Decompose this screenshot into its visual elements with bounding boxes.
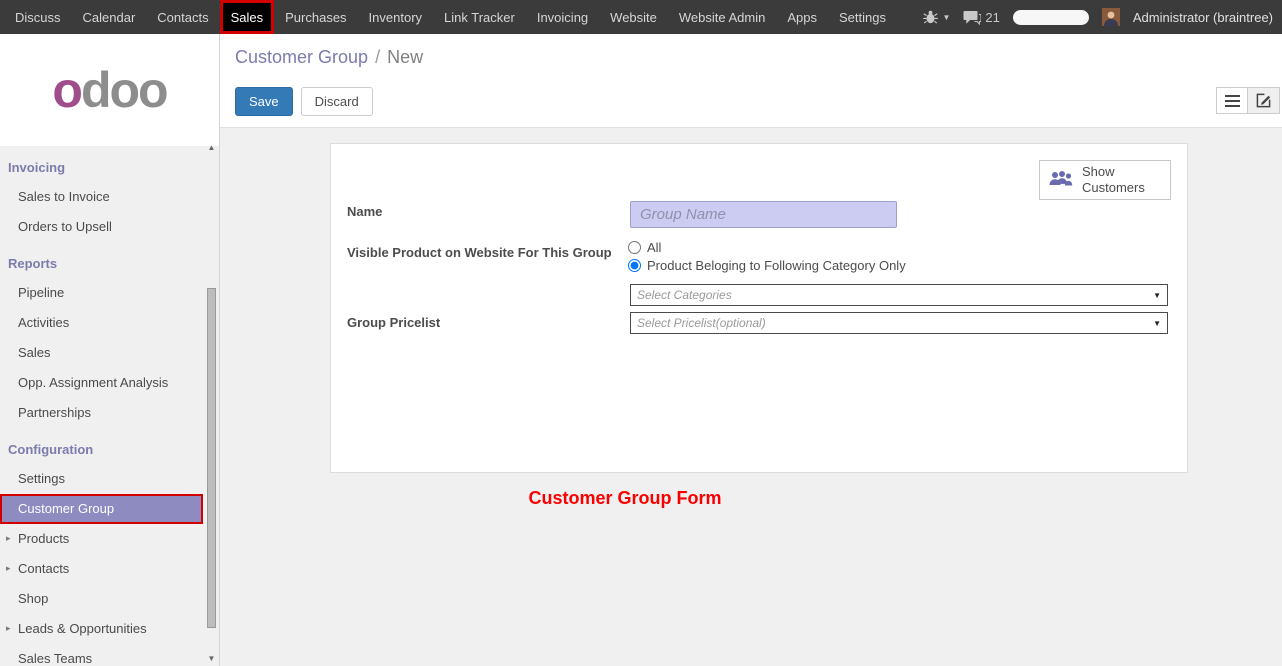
sidebar-item-opp-assignment-analysis[interactable]: Opp. Assignment Analysis: [0, 368, 219, 398]
top-nav-menus: Discuss Calendar Contacts Sales Purchase…: [0, 0, 897, 34]
sidebar: odoo Invoicing Sales to Invoice Orders t…: [0, 34, 220, 666]
list-view-button[interactable]: [1216, 87, 1248, 114]
save-button[interactable]: Save: [235, 87, 293, 116]
nav-sales[interactable]: Sales: [220, 0, 275, 34]
sidebar-section-title-invoicing: Invoicing: [0, 150, 219, 182]
discard-button[interactable]: Discard: [301, 87, 373, 116]
nav-contacts[interactable]: Contacts: [146, 0, 219, 34]
sidebar-item-label: Products: [18, 531, 69, 546]
scrollbar-thumb[interactable]: [207, 288, 216, 628]
messages-indicator[interactable]: 21: [963, 10, 999, 25]
sidebar-item-customer-group[interactable]: Customer Group: [0, 494, 203, 524]
group-name-input[interactable]: [630, 201, 897, 228]
sidebar-section-title-reports: Reports: [0, 242, 219, 278]
sidebar-item-partnerships[interactable]: Partnerships: [0, 398, 219, 428]
categories-select[interactable]: Select Categories ▼: [630, 284, 1168, 306]
nav-calendar[interactable]: Calendar: [72, 0, 147, 34]
sidebar-item-leads-opportunities[interactable]: ▸ Leads & Opportunities: [0, 614, 219, 644]
messages-count: 21: [985, 10, 999, 25]
caret-down-icon: ▼: [1153, 291, 1161, 300]
sidebar-item-shop[interactable]: Shop: [0, 584, 219, 614]
view-switcher: [1216, 87, 1280, 114]
content-body: Show Customers Name Visible Product on W…: [220, 128, 1282, 666]
main-content: Customer Group / New Save Discard: [220, 34, 1282, 666]
customer-group-form-card: Show Customers Name Visible Product on W…: [330, 143, 1188, 473]
radio-all[interactable]: [628, 241, 641, 254]
control-panel: Customer Group / New Save Discard: [220, 34, 1282, 128]
sidebar-item-orders-to-upsell[interactable]: Orders to Upsell: [0, 212, 219, 242]
list-icon: [1225, 95, 1240, 107]
nav-discuss[interactable]: Discuss: [4, 0, 72, 34]
top-navbar: Discuss Calendar Contacts Sales Purchase…: [0, 0, 1282, 34]
debug-menu[interactable]: ▼: [923, 10, 950, 24]
visibility-option-all: All: [628, 240, 661, 255]
sidebar-item-activities[interactable]: Activities: [0, 308, 219, 338]
name-label: Name: [347, 204, 382, 219]
show-customers-label: Show Customers: [1082, 164, 1152, 197]
breadcrumb: Customer Group / New: [235, 47, 423, 68]
form-view-button[interactable]: [1248, 87, 1280, 114]
sidebar-item-sales[interactable]: Sales: [0, 338, 219, 368]
logo-area: odoo: [0, 34, 219, 146]
sidebar-item-sales-teams[interactable]: Sales Teams: [0, 644, 219, 666]
expand-arrow-icon: ▸: [6, 563, 11, 574]
breadcrumb-customer-group[interactable]: Customer Group: [235, 47, 368, 67]
sidebar-item-settings[interactable]: Settings: [0, 464, 219, 494]
breadcrumb-new: New: [387, 47, 423, 67]
nav-link-tracker[interactable]: Link Tracker: [433, 0, 526, 34]
sidebar-item-contacts[interactable]: ▸ Contacts: [0, 554, 219, 584]
nav-website-admin[interactable]: Website Admin: [668, 0, 776, 34]
visibility-label: Visible Product on Website For This Grou…: [347, 245, 612, 260]
categories-select-placeholder: Select Categories: [637, 288, 732, 302]
radio-all-label[interactable]: All: [647, 240, 661, 255]
scroll-down-arrow-icon[interactable]: ▼: [206, 653, 217, 664]
logo-rest: doo: [81, 62, 167, 118]
customers-icon: [1048, 169, 1074, 191]
annotation-customer-group-form: Customer Group Form: [410, 488, 840, 509]
nav-invoicing[interactable]: Invoicing: [526, 0, 599, 34]
expand-arrow-icon: ▸: [6, 623, 11, 634]
scroll-up-arrow-icon[interactable]: ▲: [206, 142, 217, 153]
user-menu[interactable]: Administrator (braintree): [1133, 10, 1273, 25]
progress-pill: [1013, 10, 1089, 25]
sidebar-section-title-configuration: Configuration: [0, 428, 219, 464]
sidebar-menu: Invoicing Sales to Invoice Orders to Ups…: [0, 146, 219, 666]
sidebar-scrollbar: ▲ ▼: [206, 142, 217, 664]
nav-apps[interactable]: Apps: [776, 0, 828, 34]
control-panel-buttons: Save Discard: [235, 87, 373, 116]
sidebar-section: Configuration Settings Customer Group ▸ …: [0, 428, 219, 666]
sidebar-section: Reports Pipeline Activities Sales Opp. A…: [0, 242, 219, 428]
sidebar-item-label: Leads & Opportunities: [18, 621, 147, 636]
edit-form-icon: [1256, 93, 1271, 108]
app-window: Discuss Calendar Contacts Sales Purchase…: [0, 0, 1282, 666]
caret-down-icon: ▼: [1153, 319, 1161, 328]
radio-category-label[interactable]: Product Beloging to Following Category O…: [647, 258, 906, 273]
sidebar-item-pipeline[interactable]: Pipeline: [0, 278, 219, 308]
odoo-logo[interactable]: odoo: [52, 65, 166, 115]
visibility-option-category: Product Beloging to Following Category O…: [628, 258, 906, 273]
nav-settings[interactable]: Settings: [828, 0, 897, 34]
nav-inventory[interactable]: Inventory: [358, 0, 433, 34]
sidebar-item-sales-to-invoice[interactable]: Sales to Invoice: [0, 182, 219, 212]
nav-website[interactable]: Website: [599, 0, 668, 34]
top-nav-right: ▼ 21 Administrator (braintree): [923, 0, 1282, 34]
avatar[interactable]: [1102, 8, 1120, 26]
pricelist-select[interactable]: Select Pricelist(optional) ▼: [630, 312, 1168, 334]
group-pricelist-label: Group Pricelist: [347, 315, 440, 330]
expand-arrow-icon: ▸: [6, 533, 11, 544]
caret-down-icon: ▼: [942, 13, 950, 22]
pricelist-select-placeholder: Select Pricelist(optional): [637, 316, 766, 330]
show-customers-button[interactable]: Show Customers: [1039, 160, 1171, 200]
chat-icon: [963, 10, 981, 25]
logo-letter: o: [52, 62, 81, 118]
sidebar-section: Invoicing Sales to Invoice Orders to Ups…: [0, 150, 219, 242]
bug-icon: [923, 10, 938, 24]
nav-purchases[interactable]: Purchases: [274, 0, 357, 34]
sidebar-item-products[interactable]: ▸ Products: [0, 524, 219, 554]
breadcrumb-separator: /: [375, 47, 380, 67]
sidebar-item-label: Contacts: [18, 561, 69, 576]
radio-category[interactable]: [628, 259, 641, 272]
